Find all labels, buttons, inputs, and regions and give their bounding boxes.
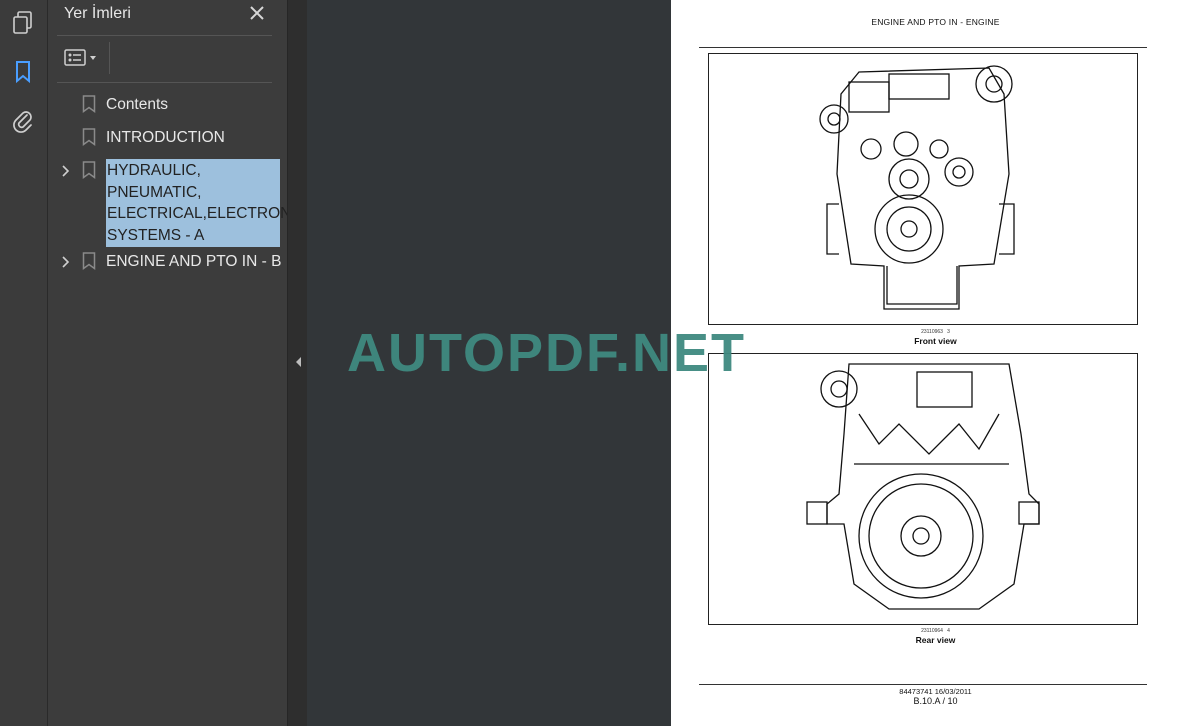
pages-icon[interactable] [8, 8, 38, 38]
bookmark-label: INTRODUCTION [106, 129, 225, 146]
figure-rear-view [708, 353, 1138, 625]
bookmark-icon[interactable] [8, 57, 38, 87]
figure-number: 3 [947, 329, 950, 335]
close-icon[interactable] [246, 2, 268, 24]
divider [57, 82, 272, 83]
bookmarks-panel: Yer İmleri Contents INTRODUCTION HYDRAUL… [48, 0, 307, 726]
page-footer-docnum: 84473741 16/03/2011 [899, 687, 972, 696]
page-footer-pagenum: B.10.A / 10 [913, 696, 958, 706]
pdf-page: ENGINE AND PTO IN - ENGINE 23110963 3 Fr… [671, 0, 1200, 726]
bookmark-ribbon-icon [82, 95, 96, 113]
figure-id-text: 23110964 [921, 628, 943, 634]
figure-caption: Rear view [915, 635, 956, 645]
bookmark-label: Contents [106, 96, 169, 113]
bookmark-item-engine-and-pto[interactable]: ENGINE AND PTO IN - B [48, 251, 287, 275]
footer-rule [699, 684, 1147, 685]
figure-number: 4 [947, 628, 950, 634]
attachment-icon[interactable] [8, 106, 38, 136]
figure-id: 23110963 3 [671, 329, 1200, 335]
bookmark-ribbon-icon [82, 161, 96, 179]
chevron-right-icon[interactable] [60, 256, 72, 268]
divider [57, 35, 272, 36]
figure-id-text: 23110963 [921, 329, 943, 335]
bookmark-ribbon-icon [82, 252, 96, 270]
collapse-panel-icon[interactable] [293, 355, 303, 369]
divider [109, 42, 110, 74]
figure-front-view [708, 53, 1138, 325]
icon-rail [0, 0, 48, 726]
watermark-text: AUTOPDF.NET [347, 323, 747, 383]
bookmark-item-contents[interactable]: Contents [48, 93, 287, 117]
page-header: ENGINE AND PTO IN - ENGINE [871, 17, 1000, 27]
panel-splitter[interactable] [287, 0, 308, 726]
engine-front-drawing [819, 65, 1015, 310]
figure-id: 23110964 4 [671, 628, 1200, 634]
engine-rear-drawing [806, 363, 1040, 610]
panel-title: Yer İmleri [64, 5, 131, 22]
bookmark-ribbon-icon [82, 128, 96, 146]
bookmark-label: ENGINE AND PTO IN - B [106, 253, 282, 270]
bookmark-options-button[interactable] [63, 46, 103, 70]
bookmark-item-hydraulic[interactable]: HYDRAULIC, PNEUMATIC, ELECTRICAL,ELECTRO… [48, 159, 307, 247]
chevron-right-icon[interactable] [60, 165, 72, 177]
header-rule [699, 47, 1147, 48]
figure-caption: Front view [914, 336, 957, 346]
bookmark-item-introduction[interactable]: INTRODUCTION [48, 126, 287, 150]
bookmark-label: HYDRAULIC, PNEUMATIC, ELECTRICAL,ELECTRO… [106, 159, 307, 247]
